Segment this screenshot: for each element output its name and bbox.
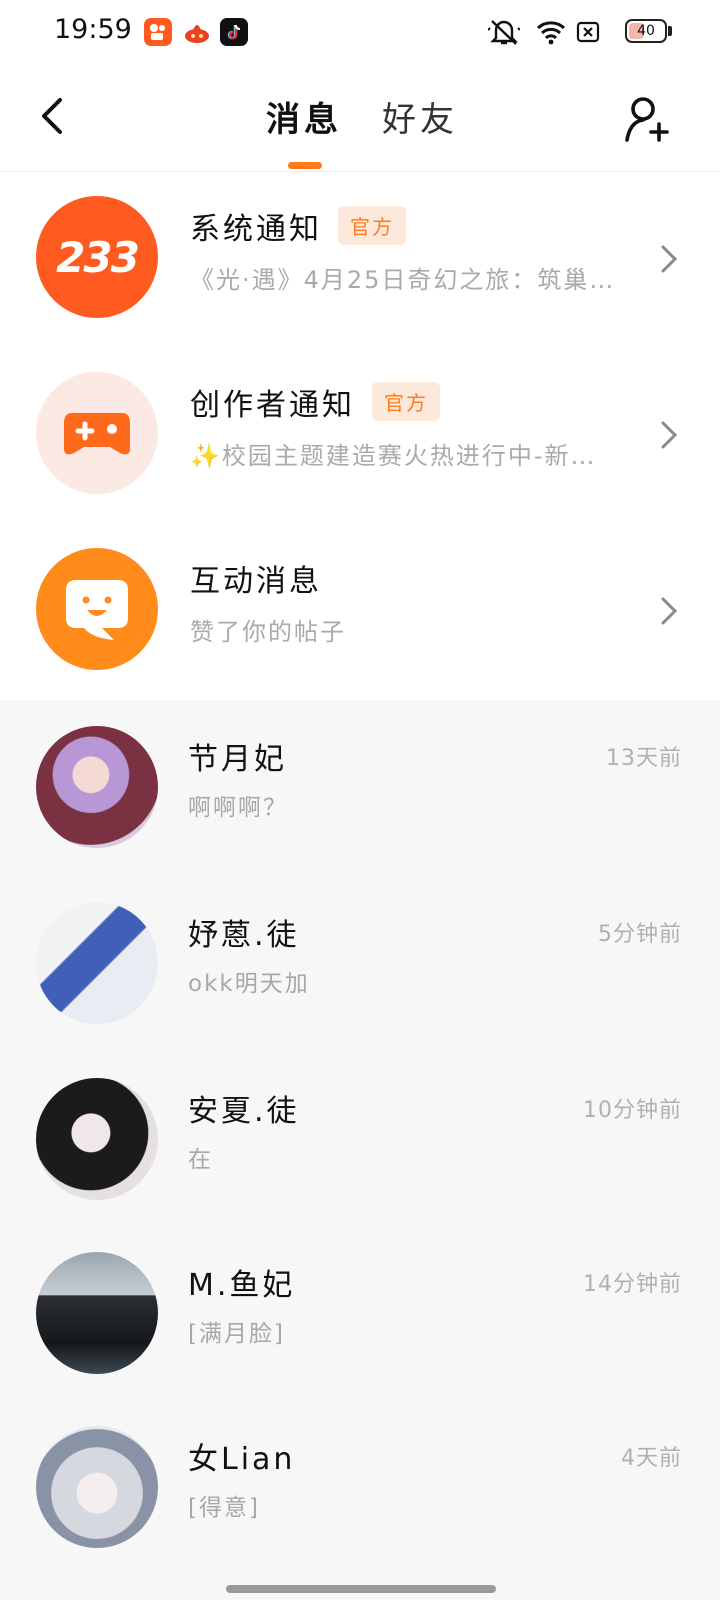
add-friend-button[interactable] (624, 94, 674, 144)
chat-time: 14分钟前 (583, 1272, 682, 1297)
person-add-icon (625, 97, 669, 142)
avatar-233-logo: 233 (56, 232, 140, 282)
chat-name: M.鱼妃 (188, 1268, 296, 1303)
tab-indicator (288, 162, 322, 169)
battery-icon: 40 (625, 19, 667, 43)
mute-icon (488, 18, 520, 46)
tab-friends[interactable]: 好友 (382, 92, 458, 141)
avatar (36, 902, 158, 1024)
chevron-right-icon (661, 421, 678, 449)
chevron-left-icon (42, 98, 62, 134)
header: 消息 好友 (0, 64, 720, 172)
chevron-right-icon (661, 245, 678, 273)
avatar (36, 1078, 158, 1200)
official-subtitle: 赞了你的帖子 (190, 618, 346, 646)
avatar (36, 548, 158, 670)
chat-message: 在 (188, 1147, 213, 1173)
official-badge: 官方 (338, 206, 406, 245)
battery-tip (668, 26, 672, 36)
chat-item[interactable]: 女Lian [得意] 4天前 (0, 1400, 720, 1576)
avatar (36, 1426, 158, 1548)
official-badge: 官方 (372, 382, 440, 421)
official-subtitle: ✨校园主题建造赛火热进行中-新… (190, 442, 597, 470)
back-button[interactable] (36, 94, 72, 138)
official-item-interaction[interactable]: 互动消息 赞了你的帖子 (0, 524, 720, 700)
official-item-creator[interactable]: 创作者通知 官方 ✨校园主题建造赛火热进行中-新… (0, 348, 720, 524)
smile-bubble-icon (66, 580, 128, 640)
kuaishou-app-icon (144, 18, 172, 46)
chat-time: 4天前 (621, 1446, 682, 1471)
chat-message: [满月脸] (188, 1321, 285, 1347)
avatar (36, 372, 158, 494)
avatar: 233 (36, 196, 158, 318)
chat-message: [得意] (188, 1495, 260, 1521)
chat-item[interactable]: M.鱼妃 [满月脸] 14分钟前 (0, 1226, 720, 1402)
chat-item[interactable]: 安夏.徒 在 10分钟前 (0, 1052, 720, 1228)
huoshan-app-icon (183, 18, 211, 46)
official-subtitle: 《光·遇》4月25日奇幻之旅：筑巢… (190, 266, 616, 294)
douyin-app-icon (220, 18, 248, 46)
official-title: 互动消息 (190, 564, 322, 599)
official-item-system[interactable]: 233 系统通知 官方 《光·遇》4月25日奇幻之旅：筑巢… (0, 172, 720, 348)
chat-message: 啊啊啊？ (188, 795, 288, 821)
no-sim-icon (576, 18, 600, 46)
wifi-icon (536, 18, 566, 46)
chevron-right-icon (661, 597, 678, 625)
battery-level: 40 (637, 23, 655, 39)
status-bar: 19:59 40 (0, 0, 720, 64)
chat-time: 5分钟前 (598, 922, 682, 947)
tab-messages[interactable]: 消息 (266, 92, 342, 141)
chat-item[interactable]: 妤蒽.徒 okk明天加 5分钟前 (0, 876, 720, 1052)
home-indicator[interactable] (226, 1585, 496, 1593)
avatar (36, 1252, 158, 1374)
chat-time: 10分钟前 (583, 1098, 682, 1123)
chat-item[interactable]: 节月妃 啊啊啊？ 13天前 (0, 700, 720, 876)
chat-message: okk明天加 (188, 971, 310, 997)
chat-time: 13天前 (606, 746, 682, 771)
official-section: 233 系统通知 官方 《光·遇》4月25日奇幻之旅：筑巢… 创作者通知 官方 … (0, 172, 720, 700)
official-title: 创作者通知 (190, 388, 355, 423)
status-time: 19:59 (54, 14, 132, 45)
gamepad-plus-icon (64, 413, 130, 455)
chat-name: 妤蒽.徒 (188, 918, 300, 953)
official-title: 系统通知 (190, 212, 322, 247)
chat-name: 安夏.徒 (188, 1094, 300, 1129)
chat-name: 女Lian (188, 1442, 296, 1477)
avatar (36, 726, 158, 848)
chat-name: 节月妃 (188, 742, 287, 777)
